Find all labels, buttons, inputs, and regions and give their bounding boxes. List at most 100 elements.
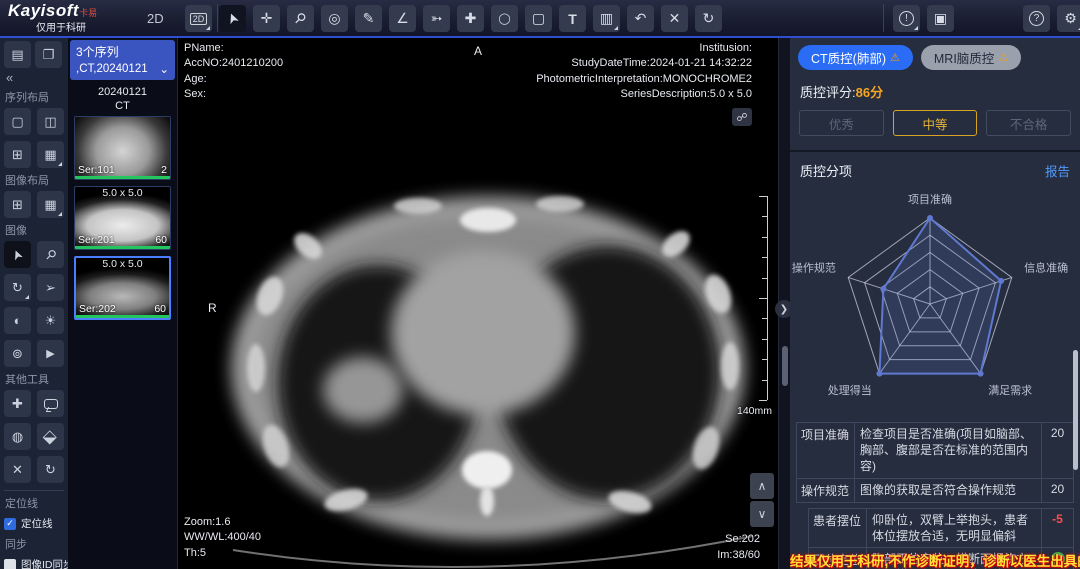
- ruler-tick: [759, 298, 767, 299]
- close-icon: ✕: [12, 462, 23, 478]
- checkbox-row-定位线[interactable]: ✓定位线: [4, 516, 64, 531]
- cursor-button[interactable]: ➤: [4, 241, 31, 268]
- orientation-right-label: R: [208, 300, 217, 317]
- radar-axis-label: 操作规范: [792, 260, 836, 274]
- grade-button-中等[interactable]: 中等: [893, 110, 978, 136]
- series-thumbnail[interactable]: Ser:1012: [74, 116, 171, 180]
- layout-2x2-button[interactable]: ⊞: [4, 141, 31, 168]
- window-level-button[interactable]: ◎: [321, 5, 348, 32]
- thumbnail-series-number: Ser:201: [78, 234, 115, 246]
- toolbar-settings-group: ?⚙: [1023, 5, 1080, 32]
- thumbnail-title: 5.0 x 5.0: [75, 187, 170, 199]
- qc-radar-chart: 项目准确信息准确满足需求处理得当操作规范: [790, 182, 1080, 420]
- layout-1x1-button[interactable]: ▢: [4, 108, 31, 135]
- qc-section-header: 质控分项 报告: [790, 152, 1080, 182]
- grid-2x2-button[interactable]: ⊞: [4, 191, 31, 218]
- panel-report-button[interactable]: ❐: [35, 41, 62, 68]
- series-count-label: 3个序列: [76, 43, 169, 60]
- app-logo: Kayisoft卡易 仅用于科研: [8, 1, 97, 34]
- help-button[interactable]: ?: [1023, 5, 1050, 32]
- layout2d-button[interactable]: 2D: [185, 5, 212, 32]
- sidebar-section-title: 其他工具: [5, 371, 64, 387]
- scroll-up-button[interactable]: ∧: [750, 473, 774, 499]
- layout-1x2-button[interactable]: ◫: [37, 108, 64, 135]
- close-button[interactable]: ✕: [4, 456, 31, 483]
- orientation-anterior-label: A: [474, 43, 482, 60]
- ruler-tick: [762, 237, 767, 238]
- crosshair-button[interactable]: ✚: [4, 390, 31, 417]
- ruler-tick: [762, 278, 767, 279]
- sidebar-tool-grid: ➤⚲↻➢ ◐ ☀⊚▶: [4, 241, 64, 367]
- series-selected-value: ,CT,20240121: [76, 63, 148, 75]
- image-viewport[interactable]: PName:AccNO:2401210200Age:Sex: Institusi…: [178, 38, 778, 569]
- qc-tabs: CT质控(肺部)⚠ MRI脑质控⚠: [790, 38, 1080, 70]
- thumbnail-block: 5.0 x 5.0Ser:20160: [74, 186, 171, 250]
- angle-button[interactable]: ∠: [389, 5, 416, 32]
- length-button[interactable]: ✎: [355, 5, 382, 32]
- qc-score-value: 86分: [856, 85, 883, 100]
- invert-button[interactable]: ⊚: [4, 340, 31, 367]
- qc-tab-label: CT质控(肺部): [811, 48, 886, 67]
- qc-grade-buttons: 优秀中等不合格: [790, 101, 1080, 136]
- panel-series-button[interactable]: ▤: [4, 41, 31, 68]
- collapse-sidebar-button[interactable]: «: [6, 70, 64, 85]
- link-series-icon[interactable]: ☍: [732, 108, 752, 126]
- length-icon: ✎: [363, 10, 375, 27]
- comment-button[interactable]: [37, 390, 64, 417]
- qc-tab-MRI脑质控[interactable]: MRI脑质控⚠: [921, 45, 1021, 70]
- ellipse-button[interactable]: ◯: [491, 5, 518, 32]
- pan-button[interactable]: ✛: [253, 5, 280, 32]
- layers-button[interactable]: ▥: [593, 5, 620, 32]
- series-thumbnail[interactable]: 5.0 x 5.0Ser:20160: [74, 186, 171, 250]
- brightness-button[interactable]: ☀: [37, 307, 64, 334]
- pointer-button[interactable]: ➤: [219, 5, 246, 32]
- grid-3x3-icon: ▦: [44, 197, 56, 213]
- report-link[interactable]: 报告: [1045, 161, 1070, 180]
- checkbox-row-图像ID同步[interactable]: 图像ID同步: [4, 557, 64, 569]
- grid-3x3-button[interactable]: ▦: [37, 191, 64, 218]
- qc-score-label: 质控评分:: [800, 85, 856, 100]
- eraser-button[interactable]: ◪: [37, 423, 64, 450]
- checkbox[interactable]: ✓: [4, 518, 16, 530]
- checkbox[interactable]: [4, 559, 16, 569]
- text-button[interactable]: T: [559, 5, 586, 32]
- sidebar-top-icons: ▤❐: [4, 41, 64, 68]
- delete-button[interactable]: ✕: [661, 5, 688, 32]
- overlay-line: Institusion:: [536, 41, 752, 56]
- reset-button[interactable]: ↻: [695, 5, 722, 32]
- layout-3x3-button[interactable]: ▦: [37, 141, 64, 168]
- overlay-line: Sex:: [184, 87, 283, 102]
- series-select-dropdown[interactable]: ,CT,20240121 ⌄: [76, 62, 169, 76]
- rotate-button[interactable]: ↻: [4, 274, 31, 301]
- scroll-stack-button[interactable]: ➢: [37, 274, 64, 301]
- ruler-tick: [762, 380, 767, 381]
- qc-score: 质控评分:86分: [790, 70, 1080, 101]
- magnifier-button[interactable]: ⚲: [37, 241, 64, 268]
- contrast-button[interactable]: ◐: [4, 307, 31, 334]
- reset2-icon: ↻: [45, 462, 56, 478]
- ai-zoom-button[interactable]: ◍: [4, 423, 31, 450]
- qc-panel: CT质控(肺部)⚠ MRI脑质控⚠ 质控评分:86分 优秀中等不合格 质控分项 报…: [790, 38, 1080, 569]
- reset2-button[interactable]: ↻: [37, 456, 64, 483]
- sidebar-section-title: 序列布局: [5, 89, 64, 105]
- rect-button[interactable]: ▢: [525, 5, 552, 32]
- save-button[interactable]: ▣: [927, 5, 954, 32]
- top-toolbar: Kayisoft卡易 仅用于科研 2D 2D➤✛⚲◎✎∠➳✚◯▢T▥↶✕↻ !▣…: [0, 0, 1080, 38]
- grade-button-不合格[interactable]: 不合格: [986, 110, 1071, 136]
- info-button[interactable]: !: [893, 5, 920, 32]
- series-thumbnail[interactable]: 5.0 x 5.0Ser:20260: [74, 256, 171, 320]
- scroll-down-button[interactable]: ∨: [750, 501, 774, 527]
- panel-series-icon: ▤: [11, 47, 23, 63]
- zoom-in-button[interactable]: ⚲: [287, 5, 314, 32]
- grade-button-优秀[interactable]: 优秀: [799, 110, 884, 136]
- probe-button[interactable]: ➳: [423, 5, 450, 32]
- point-button[interactable]: ✚: [457, 5, 484, 32]
- settings-button[interactable]: ⚙: [1057, 5, 1080, 32]
- viewport-scrollbar-thumb[interactable]: [782, 346, 788, 386]
- research-disclaimer-marquee: 结果仅用于科研,不作诊断证明，诊断以医生出具的诊断: [790, 550, 1080, 569]
- panel-scrollbar-thumb[interactable]: [1073, 350, 1078, 470]
- qc-tab-CT质控(肺部)[interactable]: CT质控(肺部)⚠: [798, 45, 913, 70]
- cine-play-button[interactable]: ▶: [37, 340, 64, 367]
- contrast-icon: ◐: [14, 313, 22, 328]
- undo-button[interactable]: ↶: [627, 5, 654, 32]
